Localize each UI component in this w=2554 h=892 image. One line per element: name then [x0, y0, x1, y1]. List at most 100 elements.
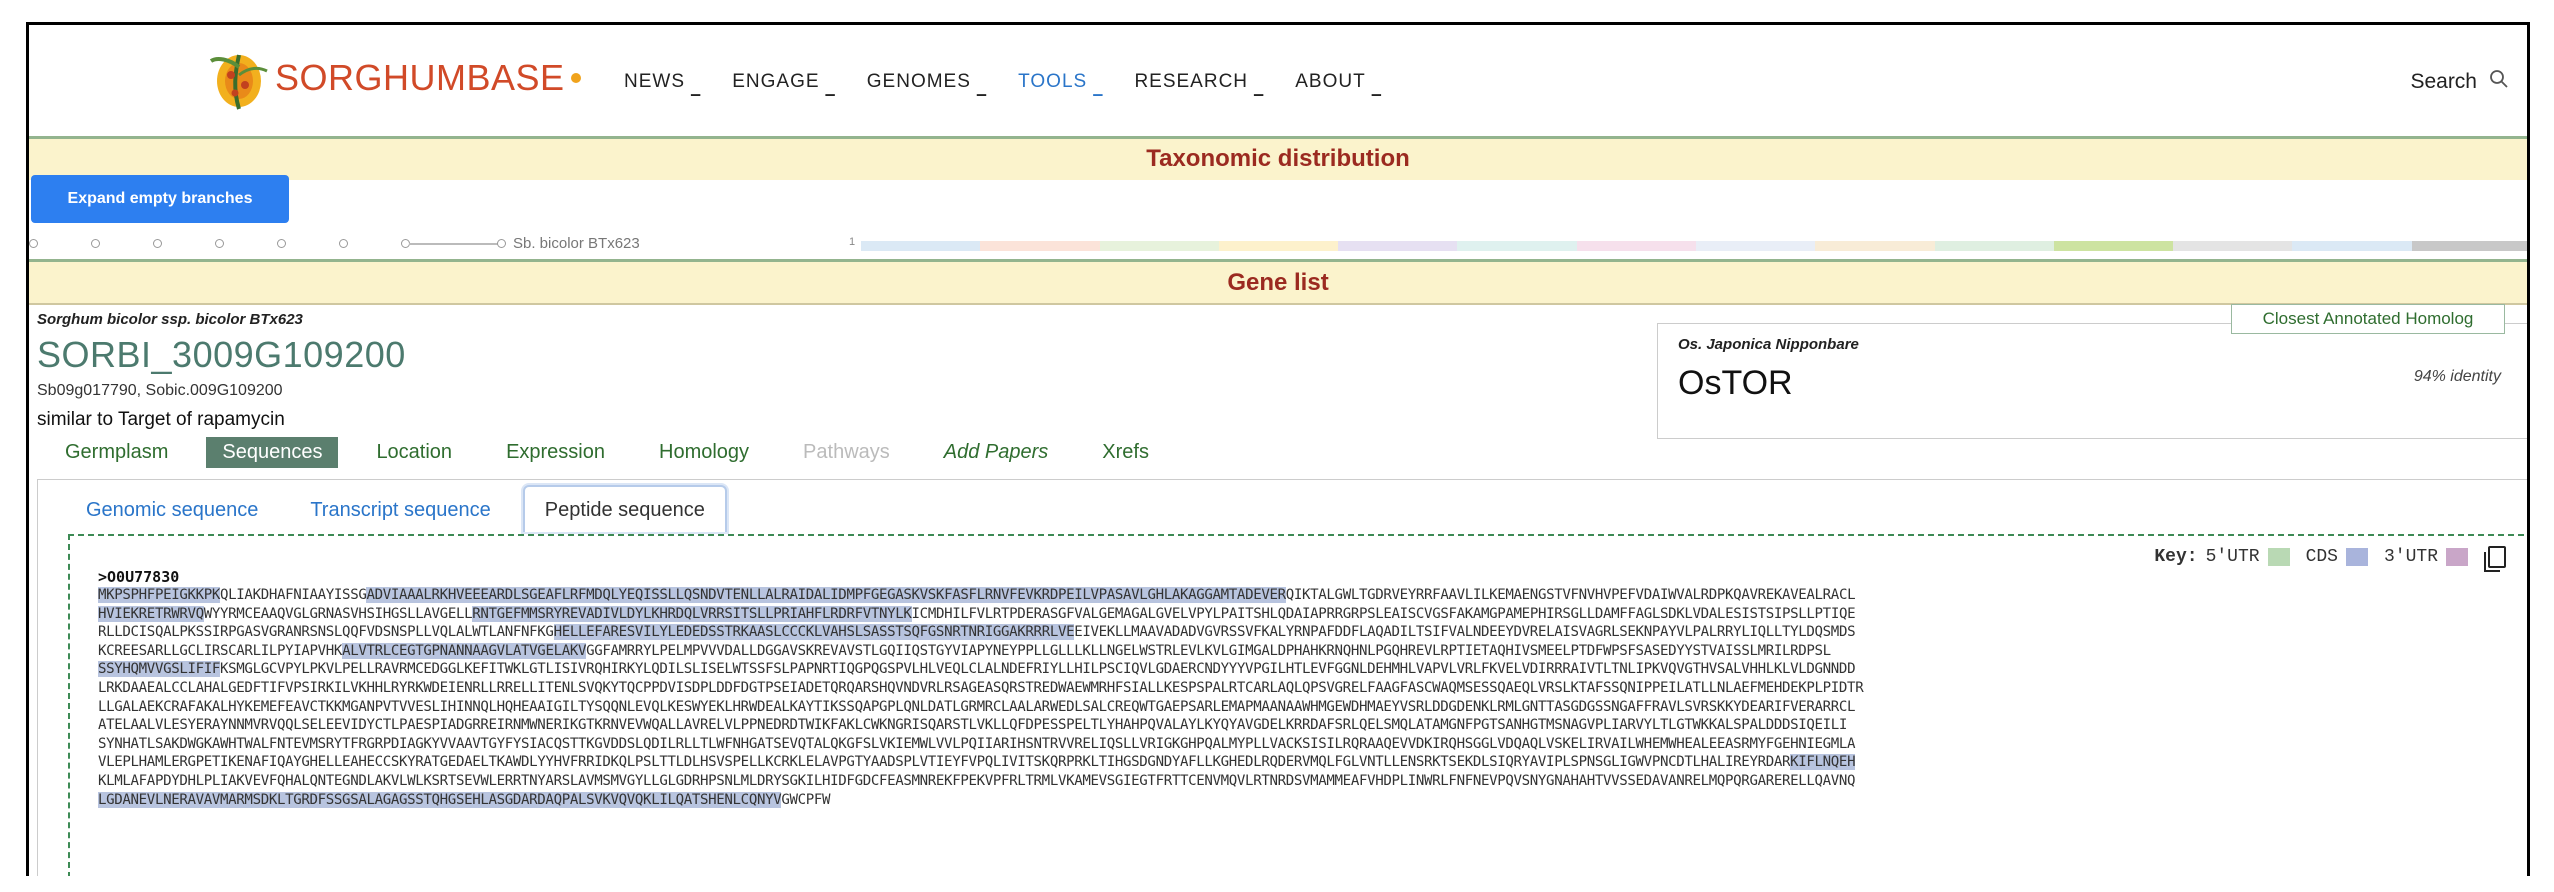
nav-engage[interactable]: ENGAGE ▁	[732, 71, 836, 96]
caret-down-icon: ▁	[1093, 82, 1104, 96]
peptide-sequence-text[interactable]: MKPSPHFPEIGKKPKQLIAKDHAFNIAAYISSGADVIAAA…	[98, 586, 1864, 810]
tree-species-label: Sb. bicolor BTx623	[513, 235, 640, 252]
tree-branch	[409, 243, 499, 245]
cds-segment: LGDANEVLNERAVAVMARMSDKLTGRDFSSGSALAGAGSS…	[98, 791, 782, 808]
cds-segment: MKPSPHFPEIGKKPK	[98, 587, 221, 603]
nav-label: GENOMES	[866, 71, 971, 92]
gene-list-header: Gene list	[29, 259, 2527, 305]
search-icon	[2489, 69, 2509, 95]
tab-xrefs[interactable]: Xrefs	[1086, 437, 1165, 468]
cds-segment: HELLEFARESVILYLEDEDSSTRKAASLCCCKLVAHSLSA…	[553, 624, 1075, 641]
page-frame: SORGHUMBASE NEWS ▁ ENGAGE ▁ GENOMES ▁ TOOLS…	[26, 22, 2530, 876]
sequence-segment: EIVEKLLMAAVADADVGVRSSVFKALYRNPAFDDFLAQAD…	[1074, 624, 1856, 641]
sequence-segment: RLLDCISQALPKSSIRPGASVGRANRSNSLQQFVDSNSPL…	[98, 624, 554, 641]
key-5utr-label: 5'UTR	[2205, 547, 2260, 567]
homolog-species: Os. Japonica Nipponbare	[1678, 336, 1859, 353]
sequence-line: ATELAALVLESYERAYNNMVRVQQLSELEEVIDYCTLPAE…	[98, 716, 1863, 735]
tree-node[interactable]	[277, 239, 286, 248]
cds-segment: SSYHQMVVGSLIFIF	[98, 661, 221, 678]
key-3utr-swatch	[2446, 548, 2468, 566]
top-navigation-bar: SORGHUMBASE NEWS ▁ ENGAGE ▁ GENOMES ▁ TOOLS…	[29, 25, 2527, 137]
taxonomic-distribution-bar	[861, 241, 2527, 251]
sequence-segment: LRKDAAEALCCLAHALGEDFTIFVPSIRKILVKHHLRYRK…	[98, 679, 1864, 696]
sequence-segment: QIKTALGWLTGDRVEYRRFAAVLILKEMAENGSTVFNVHV…	[1285, 587, 1856, 603]
taxonomic-distribution-header: Taxonomic distribution	[29, 136, 2527, 180]
nav-news[interactable]: NEWS ▁	[624, 71, 702, 96]
nav-about[interactable]: ABOUT ▁	[1295, 71, 1382, 96]
sorghumbase-logo[interactable]: SORGHUMBASE	[209, 43, 581, 113]
nav-label: NEWS	[624, 71, 685, 92]
sequence-segment: SYNHATLSAKDWGKAWHTWALFNTEVMSRYTFRGRPDIAG…	[98, 735, 1856, 752]
tab-homology[interactable]: Homology	[643, 437, 765, 468]
sequence-line: SSYHQMVVGSLIFIFKSMGLGCVPYLPKVLPELLRAVRMC…	[98, 660, 1863, 679]
search-button[interactable]: Search	[2410, 69, 2509, 95]
copy-icon[interactable]	[2484, 546, 2506, 572]
search-label: Search	[2410, 70, 2477, 93]
sequence-segment: KLMLAFAPDYDHLPLIAKVEVFQHALQNTEGNDLAKVLWL…	[98, 772, 1856, 789]
sequence-tabs: Genomic sequence Transcript sequence Pep…	[66, 480, 739, 532]
tree-node[interactable]	[339, 239, 348, 248]
sequence-segment: ICMDHILFVLRTPDERASGFVALGEMAGALGVELVPYLPA…	[911, 605, 1856, 622]
tab-sequences[interactable]: Sequences	[206, 437, 339, 468]
tab-germplasm[interactable]: Germplasm	[49, 437, 184, 468]
homolog-identity: 94% identity	[2413, 368, 2501, 385]
tree-node[interactable]	[215, 239, 224, 248]
tree-node[interactable]	[29, 239, 38, 248]
logo-text: SORGHUMBASE	[275, 57, 565, 98]
tab-transcript-sequence[interactable]: Transcript sequence	[290, 489, 510, 532]
tree-node[interactable]	[91, 239, 100, 248]
closest-annotated-homolog-button[interactable]: Closest Annotated Homolog	[2231, 304, 2505, 334]
expand-empty-branches-button[interactable]: Expand empty branches	[31, 175, 289, 223]
cds-segment: HVIEKRETRWRVQ	[98, 605, 204, 622]
tab-expression[interactable]: Expression	[490, 437, 621, 468]
sequence-segment: WYYRMCEAAQVGLGRNASVHSIHGSLLAVGELL	[203, 605, 473, 622]
cds-segment: KIFLNQEH	[1790, 754, 1856, 771]
gene-detail-tabs: Germplasm Sequences Location Expression …	[49, 437, 1187, 468]
sequence-fasta-header: >O0U77830	[98, 568, 180, 586]
sequence-segment: KCREESARLLGCLIRSCARLILPYIAPVHK	[98, 642, 343, 659]
sequence-line: LRKDAAEALCCLAHALGEDFTIFVPSIRKILVKHHLRYRK…	[98, 679, 1864, 698]
sequence-segment: GWCPFW	[781, 791, 831, 808]
gene-id[interactable]: SORBI_3009G109200	[37, 334, 937, 376]
nav-label: RESEARCH	[1134, 71, 1249, 92]
tab-genomic-sequence[interactable]: Genomic sequence	[66, 489, 278, 532]
sequence-segment: GGFAMRRYLPELMPVVVDALLDGGAVSKREVAVSTLGQII…	[586, 642, 1831, 659]
sequence-segment: VLEPLHAMLERGPETIKENAFIQAYGHELLEAHECCSKYR…	[98, 754, 1791, 771]
tab-location[interactable]: Location	[360, 437, 468, 468]
homolog-gene-name[interactable]: OsTOR	[1678, 364, 1793, 403]
caret-down-icon: ▁	[691, 82, 702, 96]
sequence-viewer: Key: 5'UTR CDS 3'UTR >O0U77830 MKPSPHFPE…	[68, 534, 2527, 876]
sequence-line: LGDANEVLNERAVAVMARMSDKLTGRDFSSGSALAGAGSS…	[98, 791, 1863, 810]
closest-homolog-panel: Os. Japonica Nipponbare OsTOR 94% identi…	[1657, 323, 2527, 439]
gene-summary: Sorghum bicolor ssp. bicolor BTx623 SORB…	[37, 311, 937, 431]
nav-label: TOOLS	[1018, 71, 1088, 92]
sequence-line: HVIEKRETRWRVQWYYRMCEAAQVGLGRNASVHSIHGSLL…	[98, 605, 1863, 624]
caret-down-icon: ▁	[1254, 82, 1265, 96]
key-label: Key:	[2154, 547, 2198, 567]
nav-research[interactable]: RESEARCH ▁	[1134, 71, 1265, 96]
sequence-line: KLMLAFAPDYDHLPLIAKVEVFQHALQNTEGNDLAKVLWL…	[98, 772, 1863, 791]
sequence-segment: ATELAALVLESYERAYNNMVRVQQLSELEEVIDYCTLPAE…	[98, 717, 1848, 734]
tree-node[interactable]	[497, 239, 506, 248]
distribution-count: 1	[849, 236, 856, 248]
caret-down-icon: ▁	[1371, 82, 1382, 96]
tree-node[interactable]	[153, 239, 162, 248]
key-3utr-label: 3'UTR	[2383, 547, 2438, 567]
tab-pathways: Pathways	[803, 441, 890, 463]
sequence-segment: QLIAKDHAFNIAAYISSG	[220, 587, 367, 603]
key-cds-swatch	[2345, 548, 2368, 566]
gene-description: similar to Target of rapamycin	[37, 409, 285, 430]
nav-genomes[interactable]: GENOMES ▁	[866, 71, 988, 96]
caret-down-icon: ▁	[976, 82, 988, 96]
nav-tools[interactable]: TOOLS ▁	[1018, 71, 1104, 96]
caret-down-icon: ▁	[825, 82, 836, 96]
sequence-segment: LLGALAEKCRAFAKALHYKEMEFEAVCTKKMGANPVTVVE…	[98, 698, 1856, 715]
tab-add-papers[interactable]: Add Papers	[928, 437, 1065, 468]
cds-segment: ADVIAAALRKHVEEEARDLSGEAFLRFMDQLYEQISSLLQ…	[366, 587, 1286, 603]
sequence-line: LLGALAEKCRAFAKALHYKEMEFEAVCTKKMGANPVTVVE…	[98, 698, 1863, 717]
sequence-line: KCREESARLLGCLIRSCARLILPYIAPVHKALVTRLCEGT…	[98, 642, 1863, 661]
tab-peptide-sequence[interactable]: Peptide sequence	[522, 485, 727, 532]
logo-dot	[570, 73, 581, 83]
nav-label: ENGAGE	[732, 71, 820, 92]
nav-label: ABOUT	[1295, 71, 1366, 92]
